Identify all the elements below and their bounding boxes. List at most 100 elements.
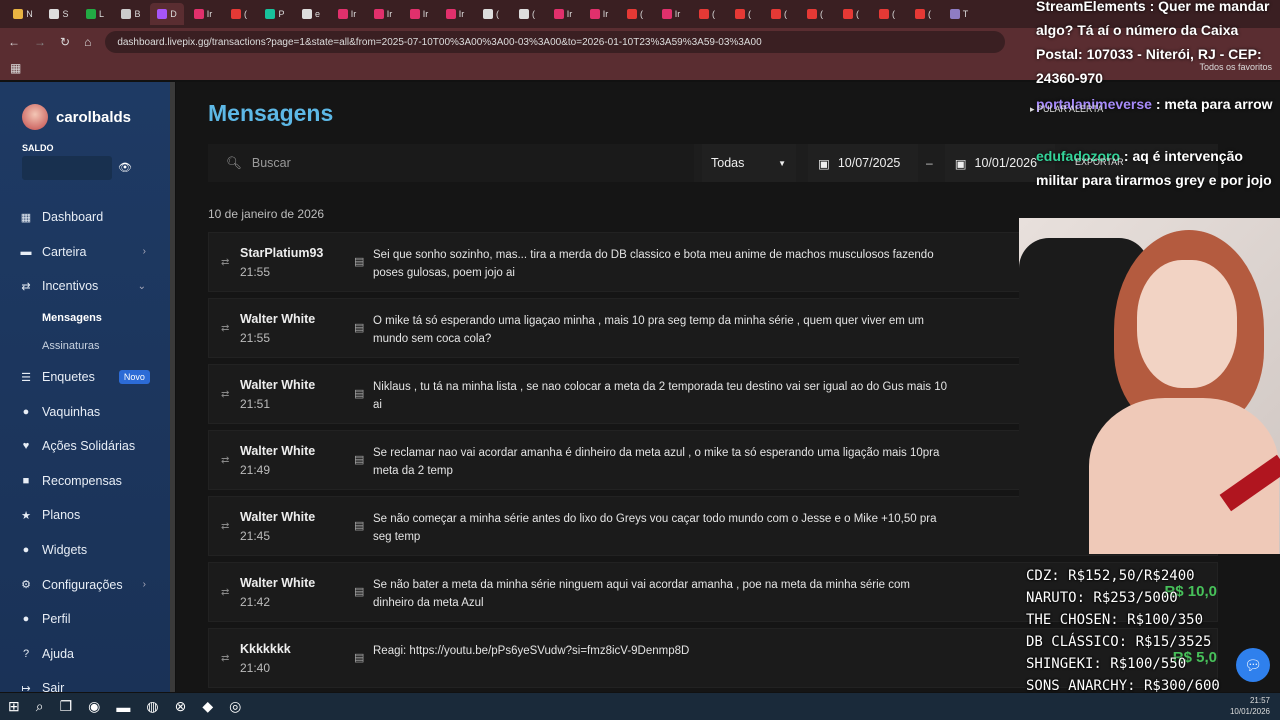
windows-start-icon[interactable]: ⊞: [8, 698, 20, 715]
shield-icon[interactable]: ◆: [202, 698, 213, 715]
eye-icon[interactable]: 👁: [118, 161, 132, 174]
browser-tab[interactable]: Ir: [186, 3, 220, 25]
date-from-field[interactable]: ▣ 10/07/2025: [808, 144, 918, 182]
chevron-icon: ›: [142, 246, 146, 258]
browser-tab[interactable]: B: [114, 3, 148, 25]
message-text: Se não bater a meta da minha série ningu…: [373, 579, 910, 609]
browser-tab[interactable]: Ir: [654, 3, 688, 25]
donor-name: Walter White: [240, 312, 316, 326]
browser-tab[interactable]: (: [834, 3, 868, 25]
saldo-value-hidden: [22, 156, 112, 180]
tab-favicon-icon: [13, 9, 24, 19]
apps-grid-icon[interactable]: ▦: [10, 61, 21, 75]
browser-tab[interactable]: N: [6, 3, 40, 25]
user-profile[interactable]: carolbalds: [22, 104, 131, 130]
sidebar-item-incentivos[interactable]: ⇄ Incentivos ⌄: [0, 269, 170, 304]
browser-tab[interactable]: (: [870, 3, 904, 25]
sidebar-subitem-mensagens[interactable]: Mensagens: [0, 304, 170, 332]
file-explorer-icon[interactable]: ▬: [116, 699, 130, 715]
url-field[interactable]: dashboard.livepix.gg/transactions?page=1…: [105, 31, 1006, 53]
sidebar-item-perfil[interactable]: ● Perfil: [0, 602, 170, 637]
message-time: 21:45: [240, 529, 271, 543]
sidebar-item-enquetes[interactable]: ☰ Enquetes Novo: [0, 360, 170, 395]
tab-label: Ir: [602, 9, 609, 19]
tab-label: T: [962, 9, 969, 19]
obs-icon[interactable]: ◎: [229, 698, 241, 715]
tab-favicon-icon: [661, 9, 672, 19]
reload-icon[interactable]: ↻: [60, 35, 70, 49]
transfer-arrows-icon: ⇄: [221, 455, 230, 466]
search-input[interactable]: 🔍︎ Buscar: [208, 144, 694, 182]
system-clock[interactable]: 21:57 10/01/2026: [1230, 695, 1270, 717]
browser-tab[interactable]: P: [258, 3, 292, 25]
back-icon[interactable]: ←: [8, 35, 20, 49]
sidebar-scrollbar[interactable]: [170, 82, 175, 692]
browser-tab[interactable]: L: [78, 3, 112, 25]
tab-label: e: [314, 9, 320, 19]
tab-label: L: [98, 9, 104, 19]
sidebar-item-label: Enquetes: [42, 370, 95, 385]
xbox-icon[interactable]: ⊗: [175, 698, 187, 715]
tab-favicon-icon: [265, 9, 276, 19]
browser-tab[interactable]: (: [762, 3, 796, 25]
forward-icon[interactable]: →: [34, 35, 46, 49]
home-icon[interactable]: ⌂: [84, 35, 91, 49]
saldo-label: SALDO: [22, 143, 54, 153]
browser-tab[interactable]: Ir: [330, 3, 364, 25]
discord-icon[interactable]: ◍: [146, 698, 158, 715]
transfer-arrows-icon: ⇄: [221, 389, 230, 400]
task-view-icon[interactable]: ❐: [60, 698, 73, 715]
chat-support-button[interactable]: 💬︎: [1236, 648, 1270, 682]
tab-favicon-icon: [193, 9, 204, 19]
message-time: 21:49: [240, 463, 271, 477]
sidebar-item-configura-es[interactable]: ⚙ Configurações ›: [0, 567, 170, 602]
browser-tab[interactable]: Ir: [402, 3, 436, 25]
tab-favicon-icon: [949, 9, 960, 19]
date-to-value: 10/01/2026: [974, 156, 1038, 170]
browser-tab[interactable]: (: [726, 3, 760, 25]
sidebar-item-carteira[interactable]: ▬ Carteira ›: [0, 235, 170, 270]
message-icon: ▤: [354, 652, 365, 664]
tab-favicon-icon: [445, 9, 456, 19]
tab-favicon-icon: [121, 9, 132, 19]
browser-tab[interactable]: e: [294, 3, 328, 25]
browser-tab[interactable]: Ir: [582, 3, 616, 25]
state-filter-select[interactable]: Todas ▼: [702, 144, 796, 182]
message-icon: ▤: [354, 322, 365, 334]
username: carolbalds: [56, 108, 132, 126]
state-filter-value: Todas: [711, 156, 745, 170]
sidebar-item-vaquinhas[interactable]: ● Vaquinhas: [0, 394, 170, 429]
tab-label: Ir: [422, 9, 429, 19]
browser-tab[interactable]: (: [510, 3, 544, 25]
browser-tab[interactable]: D: [150, 3, 184, 25]
sidebar-item-a-es-solid-rias[interactable]: ♥ Ações Solidárias: [0, 429, 170, 464]
browser-tab[interactable]: (: [222, 3, 256, 25]
browser-tab[interactable]: (: [906, 3, 940, 25]
sidebar-item-planos[interactable]: ★ Planos: [0, 498, 170, 533]
tab-label: (: [712, 9, 715, 19]
tab-label: B: [134, 9, 141, 19]
sidebar-item-widgets[interactable]: ● Widgets: [0, 533, 170, 568]
export-button[interactable]: EXPORTAR: [1075, 157, 1124, 167]
sidebar-item-recompensas[interactable]: ■ Recompensas: [0, 464, 170, 499]
message-text: Reagi: https://youtu.be/pPs6yeSVudw?si=f…: [373, 645, 690, 657]
browser-tab[interactable]: (: [690, 3, 724, 25]
browser-tab[interactable]: Ir: [438, 3, 472, 25]
search-icon[interactable]: ⌕: [36, 698, 44, 715]
message-icon: ▤: [354, 454, 365, 466]
browser-tab[interactable]: (: [798, 3, 832, 25]
chrome-icon[interactable]: ◉: [88, 698, 100, 715]
star-icon: ★: [21, 509, 31, 522]
browser-tab[interactable]: S: [42, 3, 76, 25]
sidebar-subitem-assinaturas[interactable]: Assinaturas: [0, 332, 170, 360]
sidebar-item-dashboard[interactable]: ▦ Dashboard: [0, 200, 170, 235]
sidebar-item-label: Carteira: [42, 244, 87, 259]
browser-tab[interactable]: (: [474, 3, 508, 25]
browser-tab[interactable]: T: [942, 3, 976, 25]
skip-alert-button[interactable]: ▸ PULAR ALERTA: [1030, 104, 1103, 115]
sidebar-item-ajuda[interactable]: ? Ajuda: [0, 637, 170, 672]
browser-tab[interactable]: Ir: [546, 3, 580, 25]
browser-tab[interactable]: (: [618, 3, 652, 25]
browser-tab[interactable]: Ir: [366, 3, 400, 25]
tab-label: Ir: [206, 9, 213, 19]
